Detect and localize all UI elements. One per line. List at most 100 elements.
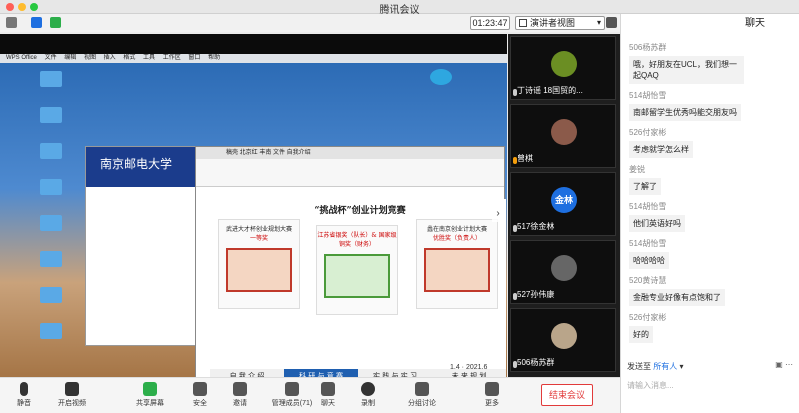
chevron-right-icon[interactable]: › [492,206,504,222]
menubar-item: 窗口 [188,55,201,61]
message-sender: 520黄诗慧 [629,276,667,285]
certificate-image [226,248,292,292]
fullscreen-icon[interactable] [606,17,617,28]
image-icon[interactable]: ▣ [775,360,783,369]
breakout-rooms-button[interactable]: 分组讨论 [400,382,444,408]
message-sender: 514胡怡雪 [629,202,667,211]
end-meeting-button[interactable]: 结束会议 [541,384,593,406]
more-icon [485,382,499,396]
info-icon[interactable] [6,17,17,28]
award-card: 武进大才杯创业规划大赛 一等奖 [218,219,300,309]
avatar [551,323,577,349]
grid-icon [519,19,527,27]
menubar-item: 帮助 [208,55,221,61]
control-label: 分组讨论 [408,400,436,407]
control-label: 安全 [193,400,207,407]
control-label: 聊天 [321,400,335,407]
slide-nav-item: 实 践 与 实 习 [358,369,432,377]
record-icon [361,382,375,396]
invite-button[interactable]: 邀请 [218,382,262,408]
chat-input[interactable]: 请输入消息... [627,380,674,391]
wps-presentation-window: 稿壳 北京红 丰南 文件 自我介绍 “挑战杯”创业计划竞赛 武进大才杯创业规划大… [195,146,506,377]
mic-icon [20,382,28,396]
chevron-down-icon: ▾ [679,362,684,371]
send-to-selector[interactable]: 发送至 所有人 ▾ [627,361,683,372]
folder-icon [40,143,62,159]
share-screen-icon [143,382,157,396]
shared-screen: WPS Office 文件 编辑 视图 插入 格式 工具 工作区 窗口 帮助 南… [0,34,507,377]
participant-video-strip: 丁诗谣 18国贸的... 曾棋 金林 517徐金林 527孙伟康 506杨苏群 [508,34,620,377]
more-button[interactable]: 更多 [470,382,514,408]
slide-nav-item-active: 科 研 与 竞 赛 [284,369,358,377]
add-user-icon [233,382,247,396]
control-label: 静音 [17,400,31,407]
send-to-label: 发送至 [627,362,651,371]
share-screen-button[interactable]: 共享屏幕 [128,382,172,408]
folder-icon [40,179,62,195]
signal-icon[interactable] [50,17,61,28]
award-subtitle: 优胜奖（负责人） [432,235,481,242]
chevron-down-icon: ▾ [596,18,601,27]
award-card: 蠡在南京创业计划大赛 优胜奖（负责人） [416,219,498,309]
meeting-controls: 静音 开启视频 共享屏幕 安全 邀请 管理成员(71) 聊天 录制 分组讨论 更… [0,377,620,413]
presentation-slide: “挑战杯”创业计划竞赛 武进大才杯创业规划大赛 一等奖 江苏省银奖（队长）& 国… [210,199,506,377]
award-title: 武进大才杯创业规划大赛 [225,226,292,233]
award-subtitle: 一等奖 [249,235,268,242]
wps-ribbon [196,159,504,187]
chat-title: 聊天 [745,18,765,29]
slide-title: “挑战杯”创业计划竞赛 [314,206,406,216]
participant-name: 527孙伟康 [517,290,555,299]
send-to-target[interactable]: 所有人 [653,362,677,371]
chat-button[interactable]: 聊天 [306,382,350,408]
message-sender: 514胡怡雪 [629,91,667,100]
wps-tabs: 稿壳 北京红 丰南 文件 自我介绍 [196,147,504,159]
participant-name: 517徐金林 [517,222,555,231]
control-label: 开启视频 [58,400,86,407]
message-sender: 526付家彬 [629,128,667,137]
participant-tile[interactable]: 506杨苏群 [510,308,616,372]
message-bubble: 哦，好朋友在UCL，我们想一起QAQ [629,56,744,84]
page-number: 1.4 · 2021.6 [450,364,488,371]
message-sender: 506杨苏群 [629,43,667,52]
participant-tile[interactable]: 丁诗谣 18国贸的... [510,36,616,100]
participant-name: 506杨苏群 [517,358,555,367]
menubar-item: 插入 [103,55,116,61]
avatar [551,255,577,281]
participant-tile[interactable]: 527孙伟康 [510,240,616,304]
message-bubble: 南邮留学生优秀吗能交朋友吗 [629,104,741,121]
chat-tools: ▣ ⋯ [775,360,793,369]
chat-messages[interactable]: 506杨苏群 哦，好朋友在UCL，我们想一起QAQ 514胡怡雪 南邮留学生优秀… [621,36,799,366]
menubar-item: 编辑 [64,55,77,61]
folder-icon [40,107,62,123]
control-label: 共享屏幕 [136,400,164,407]
speaker-view-button[interactable]: 演讲者视图 ▾ [515,16,605,30]
participant-name: 曾棋 [517,154,533,163]
award-title: 江苏省银奖（队长）& 国家级铜奖（财务） [317,232,397,248]
message-bubble: 哈哈哈哈 [629,252,669,269]
record-button[interactable]: 录制 [346,382,390,408]
view-label: 演讲者视图 [530,18,576,28]
more-icon[interactable]: ⋯ [785,360,793,369]
participant-tile[interactable]: 金林 517徐金林 [510,172,616,236]
menubar-item: 工具 [143,55,156,61]
shield-icon[interactable] [31,17,42,28]
menubar-item: 格式 [123,55,136,61]
menubar-item: 视图 [83,55,96,61]
participant-tile[interactable]: 曾棋 [510,104,616,168]
breakout-icon [415,382,429,396]
folder-icon [40,323,62,339]
security-button[interactable]: 安全 [178,382,222,408]
start-video-button[interactable]: 开启视频 [50,382,94,408]
menubar-item: 文件 [44,55,57,61]
shield-icon [193,382,207,396]
mute-button[interactable]: 静音 [2,382,46,408]
folder-icon [40,71,62,87]
certificate-image [424,248,490,292]
message-bubble: 考虑就学怎么样 [629,141,693,158]
chat-panel: 聊天 506杨苏群 哦，好朋友在UCL，我们想一起QAQ 514胡怡雪 南邮留学… [620,14,799,413]
award-title: 蠡在南京创业计划大赛 [426,226,487,233]
remote-menubar: WPS Office 文件 编辑 视图 插入 格式 工具 工作区 窗口 帮助 [0,54,507,63]
slide-nav-item: 自 我 介 绍 [210,369,284,377]
message-bubble: 了解了 [629,178,661,195]
folder-icon [40,287,62,303]
